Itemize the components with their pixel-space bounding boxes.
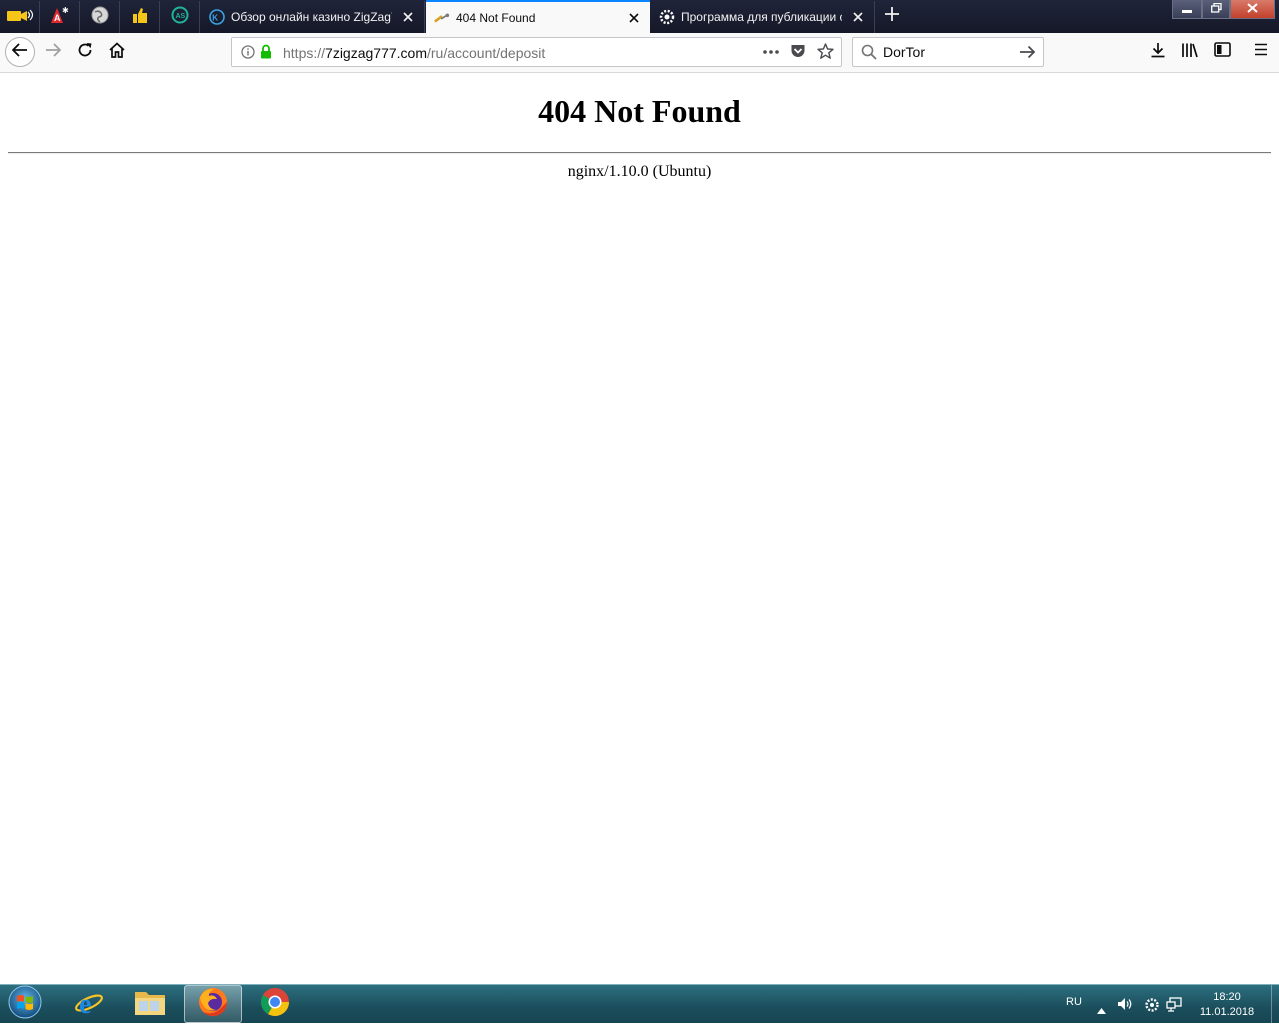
forward-button[interactable] bbox=[39, 38, 67, 66]
library-icon bbox=[1181, 42, 1199, 63]
internet-explorer-icon: e bbox=[73, 986, 105, 1023]
close-tab-icon[interactable] bbox=[400, 9, 416, 25]
page-actions-icon[interactable] bbox=[762, 45, 780, 64]
svg-text:A: A bbox=[54, 13, 61, 23]
url-host: 7zigzag777.com bbox=[325, 45, 427, 61]
close-tab-icon[interactable] bbox=[850, 9, 866, 25]
show-desktop-button[interactable] bbox=[1271, 985, 1279, 1023]
arrow-left-icon bbox=[11, 42, 28, 62]
taskbar-chrome[interactable] bbox=[246, 985, 304, 1023]
bookmark-star-icon[interactable] bbox=[817, 43, 834, 65]
sidebar-button[interactable] bbox=[1208, 38, 1236, 66]
video-camera-icon bbox=[6, 7, 33, 28]
app-menu-button[interactable] bbox=[1247, 38, 1275, 66]
tab-title: Программа для публикации с bbox=[681, 10, 842, 24]
tab-404-not-found[interactable]: 404 Not Found bbox=[426, 0, 650, 33]
pinned-tab-globe[interactable] bbox=[80, 1, 120, 33]
gear-tray-icon[interactable] bbox=[1144, 997, 1160, 1018]
volume-icon[interactable] bbox=[1117, 997, 1133, 1016]
zigzag-favicon-icon: K bbox=[209, 9, 225, 25]
svg-text:AS: AS bbox=[175, 13, 185, 20]
wrench-favicon-icon bbox=[434, 10, 450, 26]
url-bar[interactable]: https://7zigzag777.com/ru/account/deposi… bbox=[231, 37, 842, 67]
restore-button[interactable] bbox=[1202, 0, 1230, 19]
close-icon bbox=[1247, 0, 1258, 18]
tab-strip: A ✱ AS K Обзор онлайн казино ZigZag7 404… bbox=[0, 0, 1279, 33]
horizontal-rule bbox=[8, 152, 1271, 154]
taskbar-firefox[interactable] bbox=[184, 985, 242, 1023]
folder-icon bbox=[133, 987, 167, 1022]
globe-icon bbox=[91, 6, 109, 29]
library-button[interactable] bbox=[1176, 38, 1204, 66]
url-path: /ru/account/deposit bbox=[426, 45, 546, 61]
start-button[interactable] bbox=[5, 984, 45, 1025]
download-arrow-icon bbox=[1150, 42, 1166, 63]
pinned-tab-like[interactable] bbox=[120, 1, 160, 33]
search-icon bbox=[861, 44, 877, 65]
home-icon bbox=[109, 41, 125, 63]
search-go-arrow-icon[interactable] bbox=[1019, 45, 1036, 64]
clock-date: 11.01.2018 bbox=[1199, 1006, 1255, 1018]
clock[interactable]: 18:20 11.01.2018 bbox=[1188, 990, 1266, 1020]
taskbar-file-explorer[interactable] bbox=[121, 985, 179, 1023]
windows-start-orb-icon bbox=[7, 984, 43, 1025]
tab-publication-program[interactable]: Программа для публикации с bbox=[651, 1, 875, 33]
arrow-right-icon bbox=[45, 42, 62, 62]
tab-zigzag-review[interactable]: K Обзор онлайн казино ZigZag7 bbox=[201, 1, 425, 33]
minimize-icon bbox=[1182, 0, 1192, 18]
pinned-tab-video[interactable] bbox=[0, 1, 40, 33]
language-indicator[interactable]: RU bbox=[1066, 996, 1082, 1008]
page-heading: 404 Not Found bbox=[538, 93, 741, 129]
restore-icon bbox=[1210, 0, 1222, 18]
tab-title: 404 Not Found bbox=[456, 10, 536, 25]
pocket-icon[interactable] bbox=[790, 44, 806, 64]
gear-favicon-icon bbox=[659, 9, 675, 25]
tab-title: Обзор онлайн казино ZigZag7 bbox=[231, 10, 392, 24]
url-text[interactable]: https://7zigzag777.com/ru/account/deposi… bbox=[283, 45, 545, 61]
show-hidden-icons-icon[interactable] bbox=[1097, 1001, 1106, 1019]
secure-lock-icon[interactable] bbox=[260, 44, 272, 64]
site-info-icon[interactable] bbox=[241, 45, 255, 64]
sidebar-icon bbox=[1213, 42, 1231, 62]
pinned-tab-adblock[interactable]: A ✱ bbox=[40, 1, 80, 33]
svg-text:✱: ✱ bbox=[62, 6, 69, 15]
network-icon[interactable] bbox=[1166, 997, 1182, 1017]
search-bar[interactable] bbox=[852, 37, 1044, 67]
new-tab-button[interactable] bbox=[880, 4, 904, 28]
chrome-icon bbox=[259, 986, 291, 1023]
downloads-button[interactable] bbox=[1144, 38, 1172, 66]
close-window-button[interactable] bbox=[1230, 0, 1275, 19]
clock-time: 18:20 bbox=[1213, 991, 1241, 1003]
windows-taskbar: e RU 18:20 11.01.2018 bbox=[0, 984, 1279, 1023]
adblock-icon: A ✱ bbox=[50, 6, 70, 29]
reload-icon bbox=[77, 42, 93, 63]
thumbs-up-icon bbox=[131, 6, 149, 29]
minimize-button[interactable] bbox=[1172, 0, 1202, 19]
firefox-icon bbox=[197, 986, 229, 1023]
reload-button[interactable] bbox=[71, 38, 99, 66]
navigation-toolbar: https://7zigzag777.com/ru/account/deposi… bbox=[0, 33, 1279, 73]
server-signature: nginx/1.10.0 (Ubuntu) bbox=[567, 163, 712, 180]
home-button[interactable] bbox=[103, 38, 131, 66]
close-tab-icon[interactable] bbox=[626, 10, 642, 26]
url-protocol: https:// bbox=[283, 45, 326, 61]
pinned-tab-green[interactable]: AS bbox=[160, 1, 200, 33]
search-input[interactable] bbox=[883, 43, 1013, 61]
svg-text:K: K bbox=[212, 14, 218, 23]
green-circle-icon: AS bbox=[171, 6, 189, 29]
taskbar-internet-explorer[interactable]: e bbox=[60, 985, 118, 1023]
back-button[interactable] bbox=[5, 37, 35, 67]
hamburger-menu-icon bbox=[1254, 43, 1268, 61]
svg-text:e: e bbox=[79, 989, 91, 1018]
plus-icon bbox=[884, 6, 900, 27]
